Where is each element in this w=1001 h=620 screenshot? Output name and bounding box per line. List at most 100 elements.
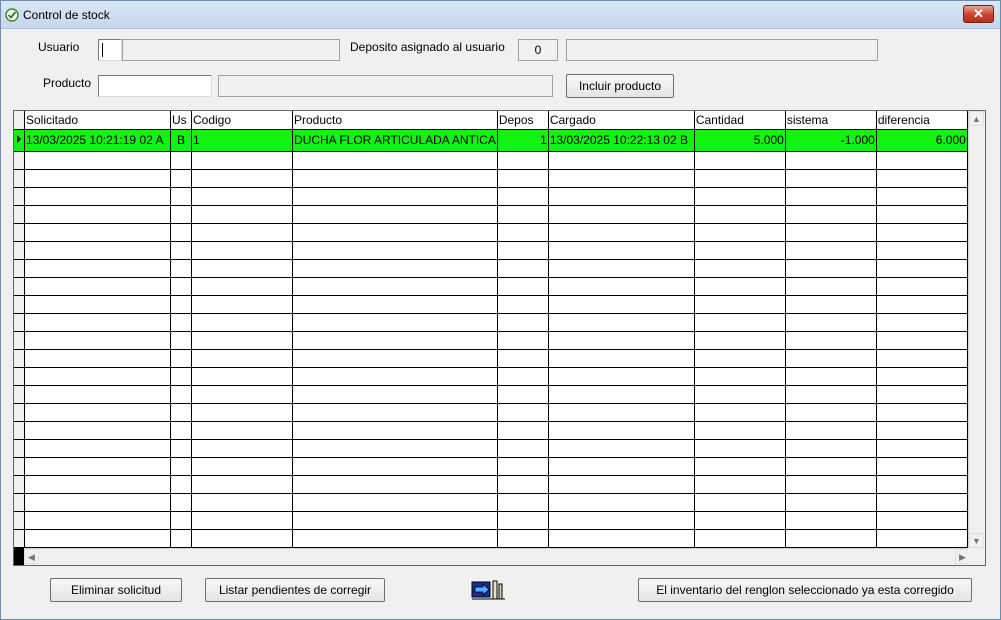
empty-cell[interactable] <box>292 241 498 260</box>
empty-cell[interactable] <box>170 457 192 476</box>
empty-cell[interactable] <box>24 187 171 206</box>
scroll-left-icon[interactable]: ◀ <box>24 549 39 564</box>
empty-cell[interactable] <box>24 205 171 224</box>
empty-cell[interactable] <box>694 403 786 422</box>
empty-cell[interactable] <box>292 151 498 170</box>
empty-cell[interactable] <box>876 331 968 350</box>
empty-cell[interactable] <box>292 439 498 458</box>
empty-row[interactable] <box>14 367 968 386</box>
empty-cell[interactable] <box>548 385 695 404</box>
empty-cell[interactable] <box>292 313 498 332</box>
empty-cell[interactable] <box>694 295 786 314</box>
empty-cell[interactable] <box>548 529 695 548</box>
empty-cell[interactable] <box>170 349 192 368</box>
empty-cell[interactable] <box>170 529 192 548</box>
empty-cell[interactable] <box>292 403 498 422</box>
empty-cell[interactable] <box>548 277 695 296</box>
empty-cell[interactable] <box>497 187 549 206</box>
listar-pendientes-button[interactable]: Listar pendientes de corregir <box>205 578 385 602</box>
empty-cell[interactable] <box>497 367 549 386</box>
empty-cell[interactable] <box>497 493 549 512</box>
empty-cell[interactable] <box>785 403 877 422</box>
empty-cell[interactable] <box>24 259 171 278</box>
empty-cell[interactable] <box>785 187 877 206</box>
empty-cell[interactable] <box>497 403 549 422</box>
empty-cell[interactable] <box>548 241 695 260</box>
empty-row[interactable] <box>14 511 968 530</box>
empty-cell[interactable] <box>694 205 786 224</box>
empty-cell[interactable] <box>191 367 293 386</box>
empty-cell[interactable] <box>292 205 498 224</box>
empty-cell[interactable] <box>785 169 877 188</box>
producto-code-input[interactable] <box>98 75 212 97</box>
empty-row[interactable] <box>14 349 968 368</box>
empty-cell[interactable] <box>694 439 786 458</box>
empty-cell[interactable] <box>191 223 293 242</box>
cell-codigo[interactable]: 1 <box>191 129 293 152</box>
empty-cell[interactable] <box>292 295 498 314</box>
empty-cell[interactable] <box>24 439 171 458</box>
empty-cell[interactable] <box>191 205 293 224</box>
empty-row[interactable] <box>14 493 968 512</box>
empty-cell[interactable] <box>548 439 695 458</box>
empty-row[interactable] <box>14 295 968 314</box>
empty-cell[interactable] <box>497 385 549 404</box>
empty-cell[interactable] <box>24 475 171 494</box>
empty-cell[interactable] <box>191 259 293 278</box>
col-cargado[interactable]: Cargado <box>548 111 695 130</box>
empty-cell[interactable] <box>876 475 968 494</box>
empty-cell[interactable] <box>548 475 695 494</box>
col-solicitado[interactable]: Solicitado <box>24 111 171 130</box>
empty-row[interactable] <box>14 205 968 224</box>
empty-cell[interactable] <box>191 349 293 368</box>
empty-cell[interactable] <box>497 475 549 494</box>
empty-cell[interactable] <box>694 457 786 476</box>
empty-cell[interactable] <box>170 493 192 512</box>
empty-cell[interactable] <box>497 421 549 440</box>
empty-cell[interactable] <box>24 367 171 386</box>
empty-cell[interactable] <box>785 511 877 530</box>
empty-cell[interactable] <box>292 457 498 476</box>
empty-cell[interactable] <box>292 277 498 296</box>
empty-cell[interactable] <box>292 169 498 188</box>
empty-cell[interactable] <box>497 511 549 530</box>
empty-cell[interactable] <box>24 385 171 404</box>
empty-cell[interactable] <box>24 349 171 368</box>
empty-cell[interactable] <box>785 259 877 278</box>
empty-cell[interactable] <box>24 169 171 188</box>
empty-cell[interactable] <box>170 169 192 188</box>
col-codigo[interactable]: Codigo <box>191 111 293 130</box>
empty-cell[interactable] <box>694 187 786 206</box>
empty-row[interactable] <box>14 529 968 548</box>
empty-cell[interactable] <box>694 385 786 404</box>
empty-row[interactable] <box>14 475 968 494</box>
empty-cell[interactable] <box>497 331 549 350</box>
empty-row[interactable] <box>14 223 968 242</box>
empty-cell[interactable] <box>876 529 968 548</box>
empty-cell[interactable] <box>292 187 498 206</box>
empty-cell[interactable] <box>170 475 192 494</box>
empty-cell[interactable] <box>292 349 498 368</box>
export-button[interactable] <box>471 579 507 601</box>
empty-cell[interactable] <box>497 439 549 458</box>
empty-row[interactable] <box>14 169 968 188</box>
empty-cell[interactable] <box>548 259 695 278</box>
empty-row[interactable] <box>14 457 968 476</box>
empty-row[interactable] <box>14 151 968 170</box>
empty-cell[interactable] <box>497 151 549 170</box>
empty-cell[interactable] <box>170 439 192 458</box>
empty-cell[interactable] <box>548 169 695 188</box>
empty-row[interactable] <box>14 259 968 278</box>
empty-cell[interactable] <box>785 421 877 440</box>
empty-cell[interactable] <box>170 241 192 260</box>
empty-cell[interactable] <box>785 385 877 404</box>
incluir-producto-button[interactable]: Incluir producto <box>566 74 674 98</box>
empty-cell[interactable] <box>694 367 786 386</box>
empty-cell[interactable] <box>191 295 293 314</box>
empty-cell[interactable] <box>497 241 549 260</box>
empty-cell[interactable] <box>191 403 293 422</box>
empty-cell[interactable] <box>170 187 192 206</box>
empty-cell[interactable] <box>876 241 968 260</box>
empty-cell[interactable] <box>191 421 293 440</box>
empty-cell[interactable] <box>292 223 498 242</box>
